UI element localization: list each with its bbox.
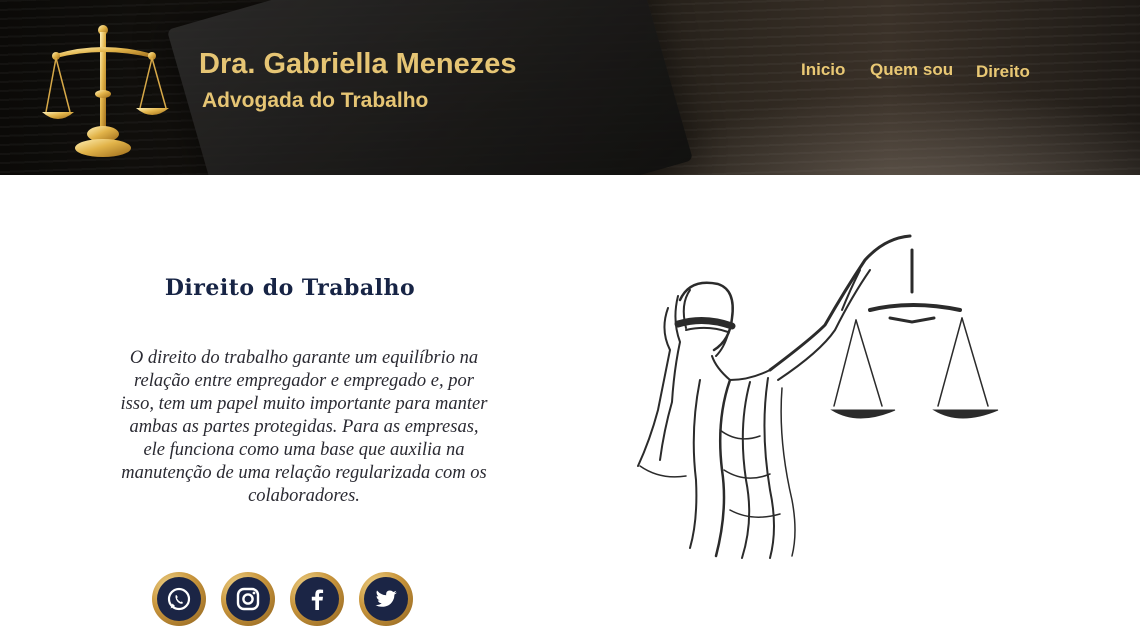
whatsapp-icon <box>167 587 191 611</box>
twitter-icon <box>375 590 397 607</box>
facebook-icon <box>311 589 324 610</box>
section-title: Direito do Trabalho <box>164 275 416 301</box>
lady-justice-illustration <box>637 234 999 559</box>
whatsapp-button[interactable] <box>152 572 206 626</box>
nav-item-direito[interactable]: Direito <box>976 62 1030 82</box>
brand-name: Dra. Gabriella Menezes <box>199 48 517 80</box>
nav-item-quem-sou[interactable]: Quem sou <box>870 60 953 80</box>
scales-of-justice-icon[interactable] <box>42 22 174 162</box>
section-description: O direito do trabalho garante um equilíb… <box>120 348 488 506</box>
twitter-button[interactable] <box>359 572 413 626</box>
instagram-button[interactable] <box>221 572 275 626</box>
facebook-button[interactable] <box>290 572 344 626</box>
background-book <box>166 0 694 175</box>
brand-subtitle: Advogada do Trabalho <box>202 89 429 112</box>
nav-item-inicio[interactable]: Inicio <box>801 60 845 80</box>
instagram-icon <box>236 587 260 611</box>
site-header: Dra. Gabriella Menezes Advogada do Traba… <box>0 0 1140 175</box>
